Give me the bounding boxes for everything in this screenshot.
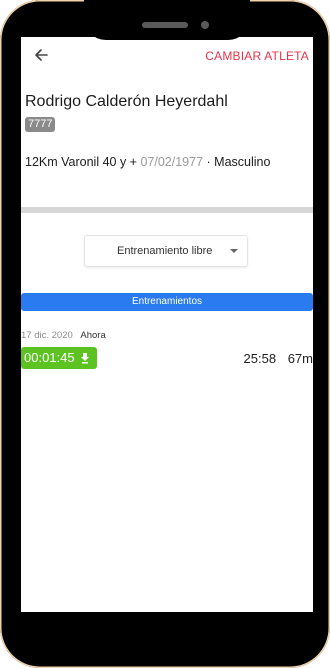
bib-number-badge: 7777 xyxy=(25,117,56,132)
back-button[interactable] xyxy=(31,45,51,65)
training-date: 17 dic. 2020 xyxy=(21,330,73,341)
training-stats: 25:58 67m xyxy=(244,351,313,366)
info-separator: · xyxy=(206,155,211,169)
athlete-gender: Masculino xyxy=(214,155,271,169)
phone-frame: CAMBIAR ATLETA Rodrigo Calderón Heyerdah… xyxy=(0,0,330,668)
phone-notch xyxy=(84,0,250,40)
athlete-info-line: 12Km Varonil 40 y + 07/02/1977 · Masculi… xyxy=(25,155,270,169)
trainings-section-header: Entrenamientos xyxy=(21,293,313,311)
change-athlete-button[interactable]: CAMBIAR ATLETA xyxy=(205,49,309,63)
training-pace: 25:58 xyxy=(243,351,277,366)
training-time-badge[interactable]: 00:01:45 xyxy=(21,347,97,369)
athlete-category: 12Km Varonil 40 y + xyxy=(25,155,137,169)
training-distance: 67m xyxy=(287,351,313,366)
training-time: 00:01:45 xyxy=(24,350,75,365)
bottom-bezel xyxy=(21,612,313,646)
training-type-select[interactable]: Entrenamiento libre xyxy=(84,235,248,267)
athlete-name: Rodrigo Calderón Heyerdahl xyxy=(25,93,228,110)
training-type-value: Entrenamiento libre xyxy=(117,245,213,257)
top-bar: CAMBIAR ATLETA xyxy=(21,37,313,75)
flag-icon xyxy=(81,353,89,364)
app-screen: CAMBIAR ATLETA Rodrigo Calderón Heyerdah… xyxy=(21,37,313,612)
front-camera xyxy=(201,21,209,29)
speaker-grille xyxy=(142,22,188,28)
section-divider xyxy=(21,207,313,213)
training-status: Ahora xyxy=(80,330,106,341)
training-entry-meta: 17 dic. 2020 Ahora xyxy=(21,330,106,341)
caret-down-icon xyxy=(230,249,238,253)
athlete-birthdate: 07/02/1977 xyxy=(140,155,204,169)
arrow-left-icon xyxy=(35,49,48,61)
